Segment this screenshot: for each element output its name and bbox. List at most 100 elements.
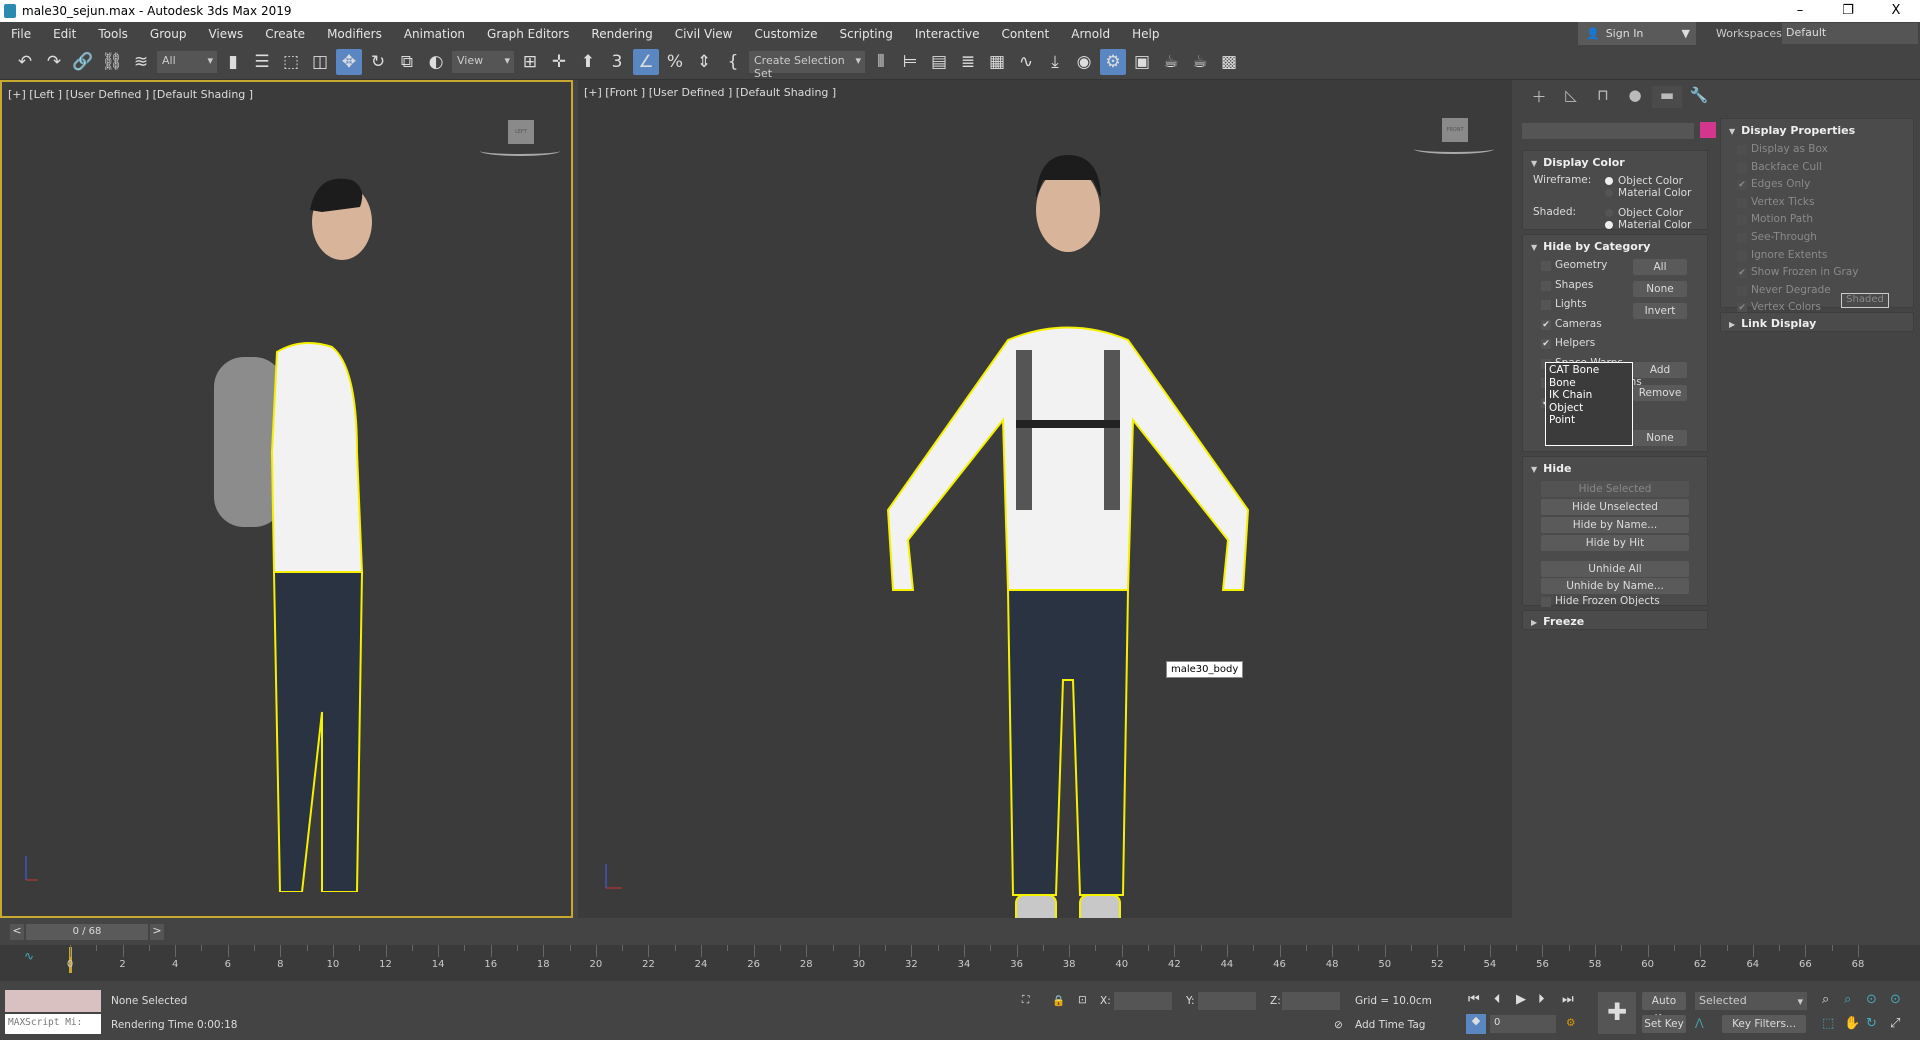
x-coordinate-field[interactable] bbox=[1114, 992, 1172, 1010]
menu-group[interactable]: Group bbox=[139, 27, 198, 41]
edit-named-sets-icon[interactable]: { bbox=[720, 49, 746, 75]
menu-content[interactable]: Content bbox=[991, 27, 1061, 41]
menu-help[interactable]: Help bbox=[1121, 27, 1170, 41]
previous-frame-icon[interactable]: ⏴ bbox=[1494, 992, 1501, 1007]
display-property-checkbox[interactable] bbox=[1737, 233, 1747, 243]
lock-icon[interactable]: 🔒 bbox=[1052, 994, 1065, 1007]
selection-set-dropdown[interactable]: Create Selection Set bbox=[749, 51, 865, 80]
mirror-icon[interactable]: ⫴ bbox=[868, 49, 894, 75]
viewcube-ring[interactable] bbox=[1414, 144, 1494, 154]
redo-icon[interactable]: ↷ bbox=[41, 49, 67, 75]
y-coordinate-field[interactable] bbox=[1198, 992, 1256, 1010]
curve-editor-icon[interactable]: ∿ bbox=[1013, 49, 1039, 75]
percent-snap-icon[interactable]: % bbox=[662, 49, 688, 75]
pivot-icon[interactable]: ⊞ bbox=[517, 49, 543, 75]
key-mode-dropdown[interactable]: Selected bbox=[1695, 992, 1807, 1010]
category-checkbox[interactable] bbox=[1541, 280, 1551, 291]
list-item[interactable]: Point bbox=[1549, 414, 1629, 427]
maxscript-listener-input[interactable]: MAXScript Mi: bbox=[5, 1014, 101, 1034]
render-setup-icon[interactable]: ⚙ bbox=[1100, 49, 1126, 75]
add-time-tag-button[interactable]: Add Time Tag bbox=[1355, 1019, 1425, 1031]
time-config-icon[interactable]: ⚙ bbox=[1566, 1017, 1575, 1029]
zoom-all-icon[interactable]: ⌕ bbox=[1844, 992, 1851, 1007]
unhide-all-button[interactable]: Unhide All bbox=[1541, 561, 1689, 577]
create-tab-icon[interactable]: ＋ bbox=[1524, 86, 1554, 108]
display-tab-icon[interactable]: ▬ bbox=[1652, 86, 1682, 108]
character-front-view[interactable] bbox=[818, 150, 1318, 918]
shaded-object-color-radio[interactable] bbox=[1605, 209, 1613, 217]
menu-customize[interactable]: Customize bbox=[743, 27, 828, 41]
rendered-frame-icon[interactable]: ▣ bbox=[1129, 49, 1155, 75]
none-list-button[interactable]: None bbox=[1633, 430, 1687, 446]
track-bar[interactable]: ∿ 0 2 4 6 8 10 12 14 16 18 20 22 24 26 28 30 32 34 36 38 40 4… bbox=[0, 945, 1920, 981]
display-property-checkbox[interactable] bbox=[1737, 215, 1747, 226]
zoom-extents-all-icon[interactable]: ⊙ bbox=[1890, 992, 1901, 1007]
reference-coord-dropdown[interactable]: View bbox=[452, 51, 514, 73]
hide-unselected-button[interactable]: Hide Unselected bbox=[1541, 499, 1689, 515]
object-name-field[interactable] bbox=[1522, 123, 1694, 139]
render-iterative-icon[interactable]: ☕ bbox=[1187, 49, 1213, 75]
wireframe-material-color-radio[interactable] bbox=[1605, 189, 1613, 197]
menu-civil-view[interactable]: Civil View bbox=[664, 27, 744, 41]
placement-icon[interactable]: ◐ bbox=[423, 49, 449, 75]
time-tag-icon[interactable]: ⊘ bbox=[1334, 1019, 1343, 1031]
move-icon[interactable]: ✥ bbox=[336, 49, 362, 75]
spinner-snap-icon[interactable]: ⇕ bbox=[691, 49, 717, 75]
play-icon[interactable]: ▶ bbox=[1516, 992, 1526, 1007]
character-side-view[interactable] bbox=[182, 152, 442, 892]
next-frame-button[interactable]: > bbox=[150, 924, 164, 940]
shaded-material-color-radio[interactable] bbox=[1605, 221, 1613, 229]
rect-selection-icon[interactable]: ⬚ bbox=[278, 49, 304, 75]
current-frame-field[interactable]: 0 bbox=[1490, 1015, 1556, 1033]
close-button[interactable]: X bbox=[1876, 0, 1916, 22]
menu-animation[interactable]: Animation bbox=[393, 27, 476, 41]
zoom-icon[interactable]: ⌕ bbox=[1822, 992, 1829, 1007]
sign-in-button[interactable]: 👤 Sign In ▼ bbox=[1578, 22, 1696, 45]
link-display-rollout[interactable]: ▶ Link Display bbox=[1720, 312, 1914, 332]
unhide-by-name-button[interactable]: Unhide by Name... bbox=[1541, 578, 1689, 594]
unlink-icon[interactable]: ⛓ bbox=[99, 49, 125, 75]
rollout-header[interactable]: ▶ Link Display bbox=[1729, 317, 1816, 330]
key-mode-toggle-icon[interactable]: ◆ bbox=[1466, 1014, 1486, 1034]
absolute-mode-icon[interactable]: ⊡ bbox=[1078, 994, 1087, 1006]
category-checkbox[interactable]: ✔ bbox=[1541, 339, 1551, 349]
undo-icon[interactable]: ↶ bbox=[12, 49, 38, 75]
category-checkbox[interactable]: ✔ bbox=[1541, 319, 1551, 330]
arnold-icon[interactable]: ▩ bbox=[1216, 49, 1242, 75]
display-property-checkbox[interactable] bbox=[1737, 285, 1747, 296]
scene-explorer-icon[interactable]: ▤ bbox=[926, 49, 952, 75]
motion-tab-icon[interactable]: ● bbox=[1620, 86, 1650, 108]
category-checkbox[interactable] bbox=[1541, 261, 1551, 271]
hide-by-name-button[interactable]: Hide by Name... bbox=[1541, 517, 1689, 533]
viewcube-face[interactable]: LEFT bbox=[508, 120, 534, 144]
menu-arnold[interactable]: Arnold bbox=[1060, 27, 1121, 41]
set-key-button[interactable]: Set Key bbox=[1642, 1015, 1686, 1033]
z-coordinate-field[interactable] bbox=[1282, 992, 1340, 1010]
viewport-left[interactable]: [+] [Left ] [User Defined ] [Default Sha… bbox=[0, 80, 573, 918]
key-filters-button[interactable]: Key Filters... bbox=[1722, 1015, 1806, 1033]
utilities-tab-icon[interactable]: 🔧 bbox=[1684, 86, 1714, 108]
select-by-name-icon[interactable]: ☰ bbox=[249, 49, 275, 75]
all-button[interactable]: All bbox=[1633, 259, 1687, 275]
maximize-button[interactable]: ❐ bbox=[1828, 0, 1868, 22]
display-property-checkbox[interactable]: ✔ bbox=[1737, 268, 1747, 279]
rollout-header[interactable]: ▼ Display Color bbox=[1531, 156, 1625, 169]
remove-button[interactable]: Remove bbox=[1633, 385, 1687, 401]
menu-edit[interactable]: Edit bbox=[42, 27, 87, 41]
menu-views[interactable]: Views bbox=[197, 27, 254, 41]
hide-frozen-checkbox[interactable] bbox=[1541, 597, 1551, 607]
time-slider-thumb[interactable]: 0 / 68 bbox=[26, 924, 148, 940]
rollout-header[interactable]: ▶ Freeze bbox=[1531, 615, 1584, 628]
display-property-checkbox[interactable] bbox=[1737, 145, 1747, 155]
rollout-header[interactable]: ▼ Display Properties bbox=[1729, 124, 1855, 137]
time-slider[interactable]: < 0 / 68 > bbox=[0, 921, 1920, 943]
menu-scripting[interactable]: Scripting bbox=[828, 27, 903, 41]
list-item[interactable]: IK Chain Object bbox=[1549, 389, 1629, 414]
category-checkbox[interactable] bbox=[1541, 300, 1551, 310]
maximize-viewport-icon[interactable]: ⤢ bbox=[1890, 1016, 1900, 1031]
pan-icon[interactable]: ✋ bbox=[1844, 1016, 1860, 1031]
ribbon-icon[interactable]: ▦ bbox=[984, 49, 1010, 75]
field-of-view-icon[interactable]: ⬚ bbox=[1822, 1016, 1834, 1031]
bone-list[interactable]: CAT Bone Bone IK Chain Object Point bbox=[1545, 362, 1633, 446]
display-property-checkbox[interactable] bbox=[1737, 162, 1747, 173]
